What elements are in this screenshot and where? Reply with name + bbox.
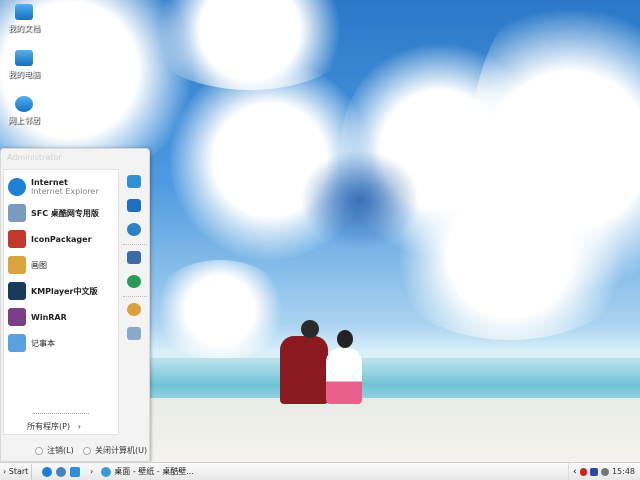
desktop-icon-network[interactable]: 网上邻居 [2, 96, 46, 126]
documents-icon[interactable] [127, 175, 141, 188]
desktop-icon-my-computer[interactable]: 我的电脑 [2, 50, 46, 80]
start-menu: Administrator Internet Internet Explorer … [0, 148, 150, 462]
winrar-icon [8, 308, 26, 326]
desktop-icon-my-documents[interactable]: 我的文档 [2, 4, 46, 34]
beach [150, 398, 640, 462]
start-button[interactable]: › Start [0, 463, 32, 480]
kmplayer-icon [8, 282, 26, 300]
program-notepad[interactable]: 记事本 [8, 332, 55, 354]
control-panel-icon[interactable] [127, 251, 141, 264]
shutdown-button[interactable]: 关闭计算机(U) [83, 445, 147, 456]
all-programs-button[interactable]: 所有程序(P) › [27, 421, 81, 432]
program-paint[interactable]: 画图 [8, 254, 47, 276]
run-icon[interactable] [127, 327, 141, 340]
program-sfc[interactable]: SFC 桌酷网专用版 [8, 202, 99, 224]
person-woman [326, 348, 362, 404]
paint-icon [8, 256, 26, 274]
volume-icon[interactable] [601, 467, 609, 476]
network-icon [15, 96, 33, 112]
program-winrar[interactable]: WinRAR [8, 306, 67, 328]
divider [123, 244, 147, 245]
logoff-icon [35, 446, 43, 455]
power-icon [83, 446, 91, 455]
divider [33, 413, 89, 414]
media-quicklaunch-icon[interactable] [56, 466, 66, 477]
program-kmplayer[interactable]: KMPlayer中文版 [8, 280, 98, 302]
desktop-quicklaunch-icon[interactable] [70, 466, 80, 477]
clock[interactable]: 15:48 [612, 467, 635, 476]
system-tray: ‹ 15:48 [568, 463, 640, 480]
logoff-button[interactable]: 注销(L) [35, 445, 74, 456]
user-name: Administrator [7, 153, 62, 162]
chevron-left-icon[interactable]: ‹ [573, 467, 577, 477]
person-man [280, 336, 328, 404]
sea [150, 358, 640, 403]
network-icon[interactable] [127, 223, 141, 236]
qq-icon[interactable] [579, 467, 588, 476]
computer-icon[interactable] [127, 199, 141, 212]
network-icon[interactable] [590, 467, 599, 476]
heart-shape [300, 150, 420, 250]
documents-icon [15, 4, 33, 20]
notepad-icon [8, 334, 26, 352]
taskbar: › Start › 桌面 - 壁纸 - 桌酷壁... ‹ 15:48 [0, 462, 640, 480]
program-iconpackager[interactable]: IconPackager [8, 228, 92, 250]
programs-pane: Internet Internet Explorer SFC 桌酷网专用版 Ico… [3, 169, 119, 435]
ie-icon [8, 178, 26, 196]
search-icon[interactable] [127, 303, 141, 316]
ie-icon [101, 466, 112, 477]
chevron-right-icon: › [77, 422, 81, 431]
chevron-right-icon: › [90, 467, 99, 476]
computer-icon [15, 50, 33, 66]
sfc-icon [8, 204, 26, 222]
divider [123, 296, 147, 297]
iconpackager-icon [8, 230, 26, 248]
internet-icon[interactable] [127, 275, 141, 288]
program-internet[interactable]: Internet Internet Explorer [8, 176, 99, 198]
taskbar-window-button[interactable]: › 桌面 - 壁纸 - 桌酷壁... [90, 466, 194, 477]
ie-quicklaunch-icon[interactable] [42, 466, 52, 477]
